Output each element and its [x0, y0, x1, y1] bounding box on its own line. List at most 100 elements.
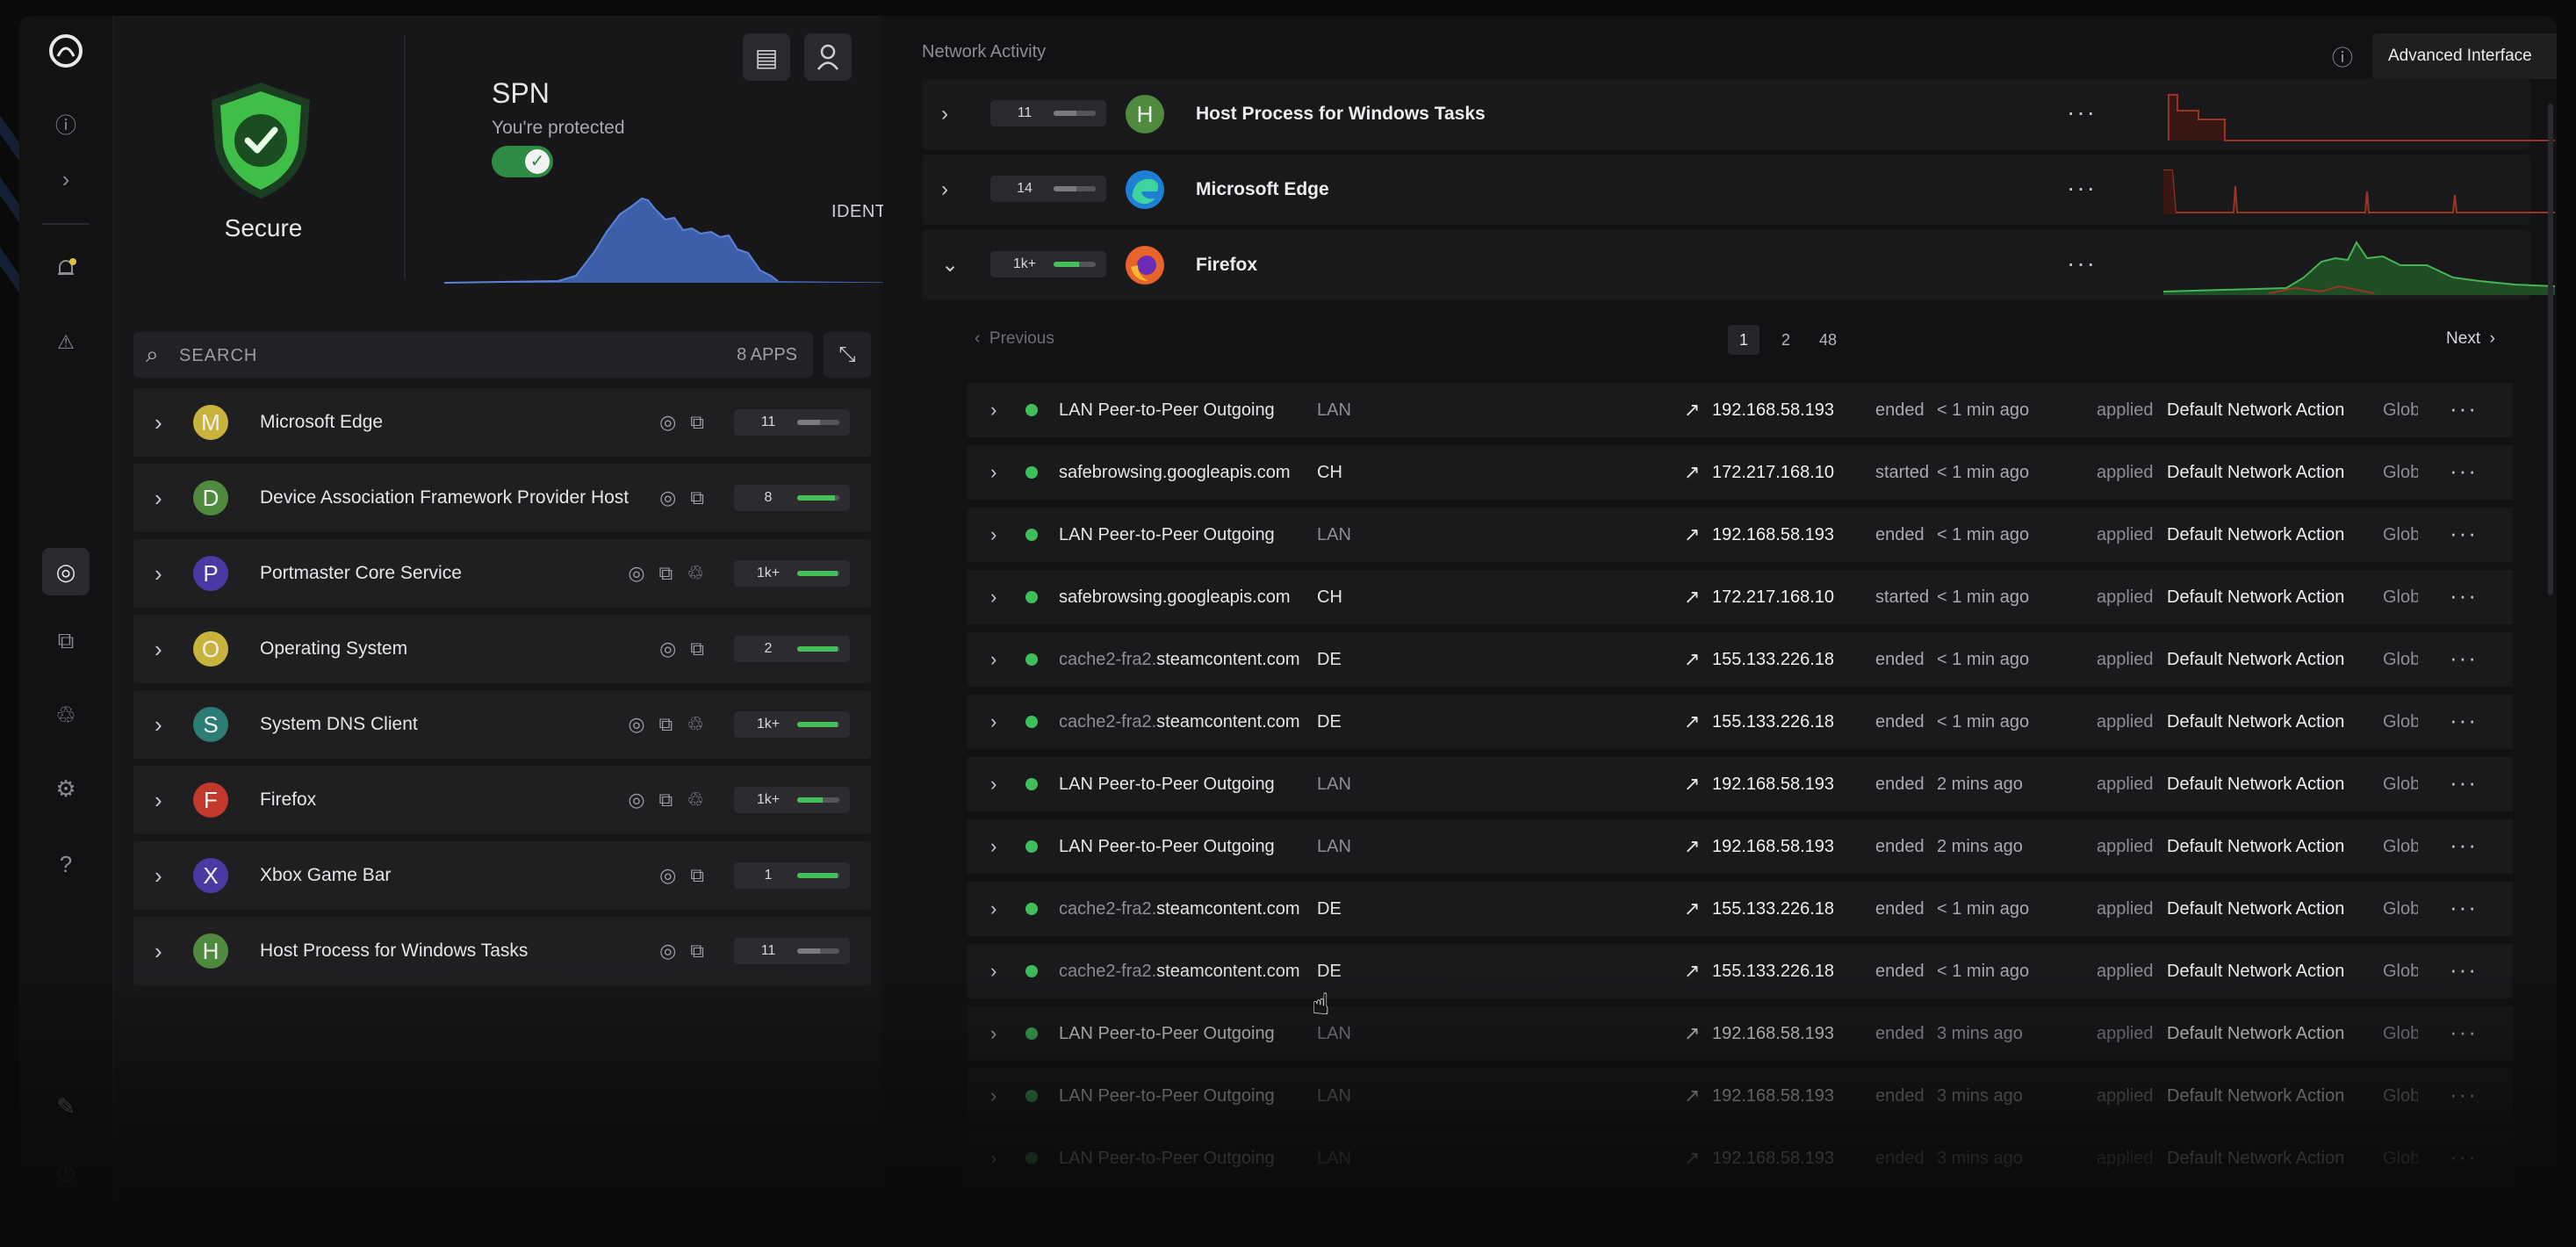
- globe-icon[interactable]: ◎: [628, 789, 644, 811]
- more-options-icon[interactable]: ···: [2450, 757, 2478, 808]
- globe-icon[interactable]: ◎: [659, 940, 676, 962]
- apps-icon[interactable]: ⧉: [690, 487, 704, 509]
- notifications-icon[interactable]: [48, 251, 83, 286]
- chevron-right-icon[interactable]: ›: [990, 819, 997, 874]
- more-options-icon[interactable]: ···: [2450, 1069, 2478, 1120]
- globe-icon[interactable]: ◎: [659, 487, 676, 509]
- apps-icon[interactable]: ⧉: [690, 411, 704, 434]
- chevron-down-icon[interactable]: ⌄: [941, 230, 959, 300]
- more-options-icon[interactable]: ···: [2450, 508, 2478, 559]
- more-options-icon[interactable]: ···: [2450, 1131, 2478, 1182]
- chevron-right-icon[interactable]: ›: [155, 388, 162, 457]
- chevron-right-icon[interactable]: ›: [990, 757, 997, 811]
- report-button[interactable]: ▤: [743, 33, 790, 81]
- connection-row[interactable]: › safebrowsing.googleapis.com CH ↗ 172.217.1…: [968, 445, 2513, 500]
- more-options-icon[interactable]: ···: [2067, 230, 2097, 297]
- more-options-icon[interactable]: ···: [2450, 819, 2478, 870]
- chevron-right-icon[interactable]: ›: [155, 766, 162, 834]
- process-row[interactable]: ⌄ 1k+ Firefox ···: [922, 230, 2555, 300]
- interface-mode-dropdown[interactable]: Advanced Interface ⌄: [2372, 33, 2557, 79]
- chevron-right-icon[interactable]: ›: [155, 690, 162, 759]
- more-options-icon[interactable]: ···: [2450, 1006, 2478, 1057]
- connection-row[interactable]: › LAN Peer-to-Peer Outgoing LAN ↗ 192.168.58…: [968, 508, 2513, 562]
- scrollbar[interactable]: [2548, 104, 2553, 595]
- previous-page-button[interactable]: ‹ Previous: [975, 313, 1054, 365]
- more-options-icon[interactable]: ···: [2450, 632, 2478, 683]
- connection-row[interactable]: › cache2-fra2.steamcontent.com DE ↗ 155.133.…: [968, 882, 2513, 936]
- connection-row[interactable]: › LAN Peer-to-Peer Outgoing LAN ↗ 192.168.58…: [968, 1069, 2513, 1123]
- process-row[interactable]: › 14 Microsoft Edge ···: [922, 155, 2555, 225]
- page-2-button[interactable]: 2: [1770, 325, 1802, 355]
- chevron-right-icon[interactable]: ›: [990, 508, 997, 562]
- apps-icon[interactable]: ⧉: [48, 624, 83, 659]
- more-options-icon[interactable]: ···: [2067, 155, 2097, 221]
- next-page-button[interactable]: Next ›: [2446, 313, 2495, 365]
- info-icon[interactable]: ⓘ: [2332, 40, 2353, 71]
- process-row[interactable]: › 11 H Host Process for Windows Tasks ···: [922, 79, 2555, 149]
- globe-icon[interactable]: ◎: [659, 411, 676, 434]
- chevron-right-icon[interactable]: ›: [990, 570, 997, 624]
- collapse-all-button[interactable]: ⤡: [824, 332, 871, 378]
- connection-row[interactable]: › LAN Peer-to-Peer Outgoing LAN ↗ 192.168.58…: [968, 757, 2513, 811]
- chevron-right-icon[interactable]: ›: [941, 79, 948, 149]
- apps-icon[interactable]: ⧉: [659, 562, 673, 585]
- search-input[interactable]: [177, 332, 620, 379]
- chevron-right-icon[interactable]: ›: [990, 944, 997, 998]
- warning-icon[interactable]: ⚠: [48, 325, 83, 360]
- expand-rail-icon[interactable]: ›: [48, 162, 83, 197]
- more-options-icon[interactable]: ···: [2450, 695, 2478, 746]
- connection-row[interactable]: › LAN Peer-to-Peer Outgoing LAN ↗ 192.168.58…: [968, 819, 2513, 874]
- globe-icon[interactable]: ◎: [628, 713, 644, 736]
- chevron-right-icon[interactable]: ›: [155, 464, 162, 532]
- info-icon[interactable]: ⓘ: [48, 105, 83, 141]
- chevron-right-icon[interactable]: ›: [990, 632, 997, 687]
- apps-icon[interactable]: ⧉: [659, 713, 673, 736]
- network-icon[interactable]: ♲: [687, 713, 704, 736]
- app-row[interactable]: › X Xbox Game Bar ◎ ⧉ 1: [133, 841, 871, 910]
- chevron-right-icon[interactable]: ›: [941, 155, 948, 225]
- connection-row[interactable]: › LAN Peer-to-Peer Outgoing LAN ↗ 192.168.58…: [968, 1006, 2513, 1061]
- connection-row[interactable]: › cache2-fra2.steamcontent.com DE ↗ 155.133.…: [968, 632, 2513, 687]
- network-icon[interactable]: ♲: [687, 789, 704, 811]
- monitor-icon[interactable]: ◎: [42, 548, 90, 595]
- account-button[interactable]: [804, 33, 852, 81]
- apps-icon[interactable]: ⧉: [690, 940, 704, 962]
- page-48-button[interactable]: 48: [1812, 325, 1844, 355]
- chevron-right-icon[interactable]: ›: [990, 383, 997, 437]
- settings-icon[interactable]: ⚙: [48, 771, 83, 806]
- chevron-right-icon[interactable]: ›: [155, 615, 162, 683]
- logo-icon[interactable]: [48, 33, 83, 68]
- connection-row[interactable]: › safebrowsing.googleapis.com CH ↗ 172.217.1…: [968, 570, 2513, 624]
- spn-toggle[interactable]: ✓: [492, 146, 553, 177]
- chevron-right-icon[interactable]: ›: [155, 917, 162, 985]
- app-row[interactable]: › S System DNS Client ◎ ⧉ ♲ 1k+: [133, 690, 871, 759]
- more-options-icon[interactable]: ···: [2450, 944, 2478, 995]
- apps-icon[interactable]: ⧉: [690, 864, 704, 887]
- chevron-right-icon[interactable]: ›: [155, 539, 162, 608]
- network-icon[interactable]: ♲: [687, 562, 704, 585]
- connection-row[interactable]: › LAN Peer-to-Peer Outgoing LAN ↗ 192.168.58…: [968, 1131, 2513, 1186]
- app-row[interactable]: › H Host Process for Windows Tasks ◎ ⧉ 11: [133, 917, 871, 985]
- chevron-right-icon[interactable]: ›: [990, 1131, 997, 1186]
- chevron-right-icon[interactable]: ›: [155, 841, 162, 910]
- app-row[interactable]: › M Microsoft Edge ◎ ⧉ 11: [133, 388, 871, 457]
- tools-icon[interactable]: ✎: [48, 1089, 83, 1124]
- power-icon[interactable]: ⏻: [48, 1157, 83, 1193]
- connection-row[interactable]: › LAN Peer-to-Peer Outgoing LAN ↗ 192.168.58…: [968, 383, 2513, 437]
- globe-icon[interactable]: ◎: [659, 864, 676, 887]
- chevron-right-icon[interactable]: ›: [990, 1006, 997, 1061]
- globe-icon[interactable]: ◎: [659, 638, 676, 660]
- apps-icon[interactable]: ⧉: [690, 638, 704, 660]
- more-options-icon[interactable]: ···: [2067, 79, 2097, 146]
- connection-row[interactable]: › cache2-fra2.steamcontent.com DE ↗ 155.133.…: [968, 695, 2513, 749]
- app-row[interactable]: › O Operating System ◎ ⧉ 2: [133, 615, 871, 683]
- chevron-right-icon[interactable]: ›: [990, 695, 997, 749]
- app-row[interactable]: › D Device Association Framework Provider …: [133, 464, 871, 532]
- spn-icon[interactable]: ♲: [48, 697, 83, 732]
- chevron-right-icon[interactable]: ›: [990, 1069, 997, 1123]
- more-options-icon[interactable]: ···: [2450, 570, 2478, 621]
- chevron-right-icon[interactable]: ›: [990, 445, 997, 500]
- globe-icon[interactable]: ◎: [628, 562, 644, 585]
- page-1-button[interactable]: 1: [1728, 325, 1759, 355]
- app-row[interactable]: › P Portmaster Core Service ◎ ⧉ ♲ 1k+: [133, 539, 871, 608]
